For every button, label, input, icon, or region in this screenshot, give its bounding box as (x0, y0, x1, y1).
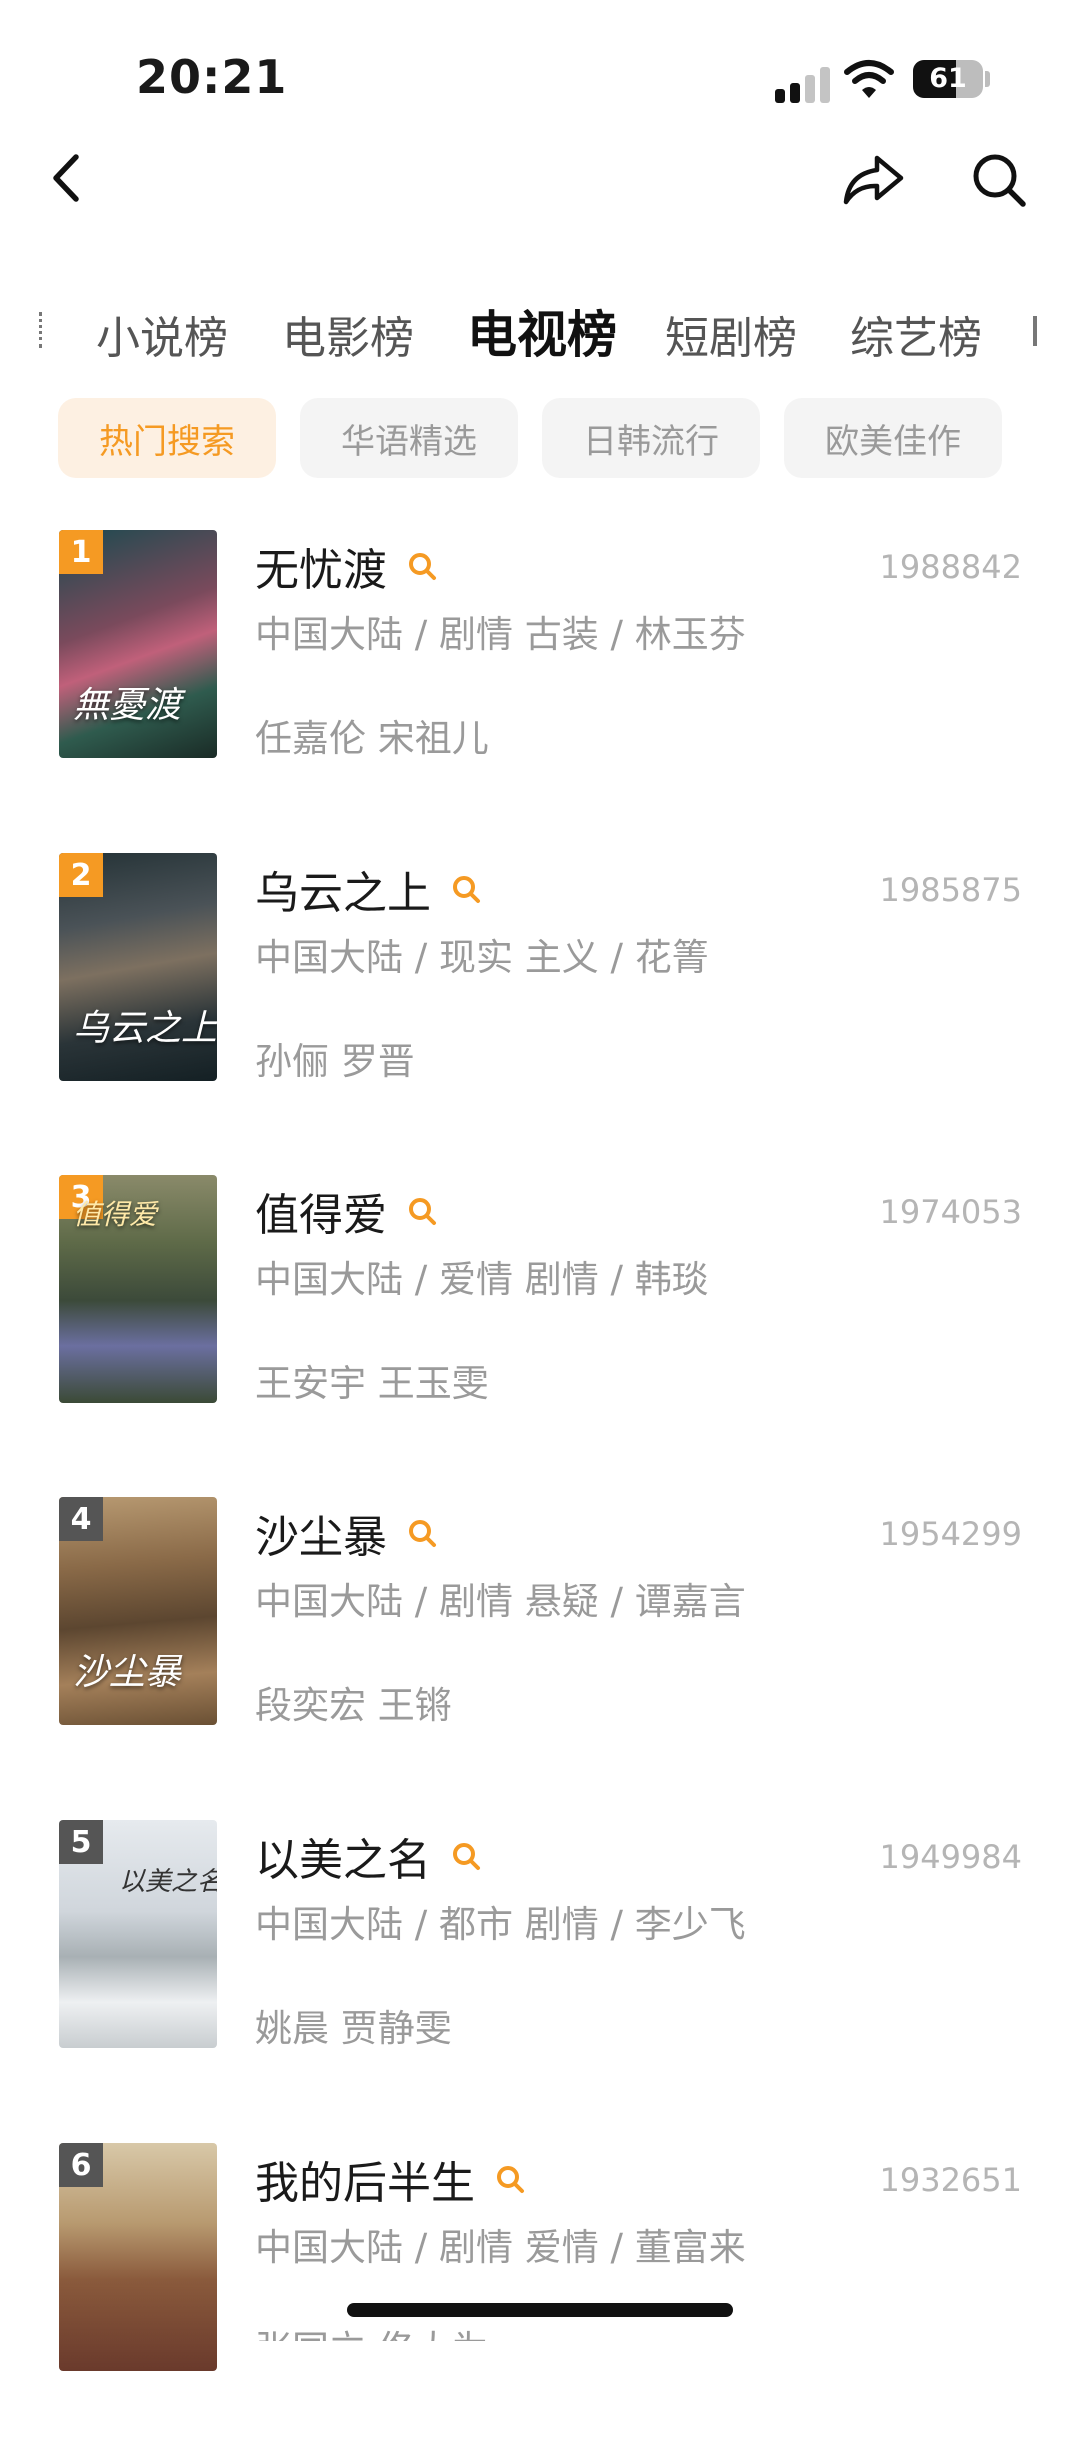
battery-tip (985, 71, 990, 87)
list-item[interactable]: 5 以美之名 以美之名 1949984 中国大陆 / 都市 剧情 / 李少飞 姚… (0, 1820, 1080, 2120)
search-count: 1954299 (879, 1515, 1022, 1553)
tab-movie[interactable]: 电影榜 (282, 302, 414, 366)
tab-edge-left (39, 312, 54, 348)
poster-title: 以美之名 (119, 1867, 217, 1897)
poster-image[interactable]: 4 沙尘暴 (59, 1497, 217, 1725)
poster-image[interactable]: 2 乌云之上 (59, 853, 217, 1081)
search-count: 1949984 (879, 1838, 1022, 1876)
item-title[interactable]: 无忧渡 (255, 534, 387, 598)
back-button[interactable] (36, 146, 96, 210)
item-title[interactable]: 以美之名 (255, 1824, 431, 1888)
item-meta: 中国大陆 / 剧情 古装 / 林玉芬 (255, 613, 746, 656)
wifi-icon (844, 60, 894, 98)
status-bar: 20:21 61 (0, 0, 1080, 130)
search-icon[interactable] (495, 2164, 525, 2194)
battery-level: 61 (929, 63, 967, 94)
rank-badge: 4 (59, 1497, 103, 1541)
search-button[interactable] (966, 148, 1032, 212)
list-item[interactable]: 4 沙尘暴 沙尘暴 1954299 中国大陆 / 剧情 悬疑 / 谭嘉言 段奕宏… (0, 1497, 1080, 1797)
list-item[interactable]: 6 我的后半生 1932651 中国大陆 / 剧情 爱情 / 董富来 张国立 佟… (0, 2143, 1080, 2443)
item-meta: 中国大陆 / 现实 主义 / 花箐 (255, 936, 709, 979)
poster-title: 值得爱 (73, 1198, 158, 1231)
home-indicator[interactable] (347, 2303, 733, 2317)
poster-title: 乌云之上 (73, 1008, 217, 1049)
item-title[interactable]: 乌云之上 (255, 857, 431, 921)
item-meta: 中国大陆 / 爱情 剧情 / 韩琰 (255, 1258, 709, 1301)
tab-edge-right (1033, 316, 1049, 346)
item-cast: 张国立 佟大为 (255, 2319, 489, 2341)
rank-badge: 5 (59, 1820, 103, 1864)
search-count: 1988842 (879, 548, 1022, 586)
rank-badge: 2 (59, 853, 103, 897)
battery-icon: 61 (913, 60, 983, 98)
share-arrow-icon (843, 155, 904, 205)
filter-chinese-picks[interactable]: 华语精选 (300, 398, 518, 478)
search-icon[interactable] (407, 551, 437, 581)
item-cast: 孙俪 罗晋 (255, 1040, 415, 1083)
list-item[interactable]: 2 乌云之上 乌云之上 1985875 中国大陆 / 现实 主义 / 花箐 孙俪… (0, 853, 1080, 1153)
poster-title: 無憂渡 (73, 685, 182, 726)
share-button[interactable] (838, 148, 908, 212)
poster-image[interactable]: 5 以美之名 (59, 1820, 217, 2048)
item-meta: 中国大陆 / 都市 剧情 / 李少飞 (255, 1903, 746, 1946)
tab-tv[interactable]: 电视榜 (467, 295, 617, 367)
tab-novel[interactable]: 小说榜 (96, 302, 228, 366)
poster-image[interactable]: 1 無憂渡 (59, 530, 217, 758)
item-cast: 姚晨 贾静雯 (255, 2007, 452, 2050)
item-cast: 任嘉伦 宋祖儿 (255, 717, 489, 760)
cellular-signal-icon (775, 65, 831, 103)
search-count: 1974053 (879, 1193, 1022, 1231)
poster-image[interactable]: 6 (59, 2143, 217, 2371)
search-icon[interactable] (407, 1518, 437, 1548)
item-title[interactable]: 我的后半生 (255, 2147, 475, 2211)
item-cast: 王安宇 王玉雯 (255, 1362, 489, 1405)
status-time: 20:21 (136, 50, 288, 104)
list-item[interactable]: 3 值得爱 值得爱 1974053 中国大陆 / 爱情 剧情 / 韩琰 王安宇 … (0, 1175, 1080, 1475)
item-title[interactable]: 沙尘暴 (255, 1501, 387, 1565)
item-meta: 中国大陆 / 剧情 悬疑 / 谭嘉言 (255, 1580, 746, 1623)
search-count: 1985875 (879, 871, 1022, 909)
rank-badge: 6 (59, 2143, 103, 2187)
search-icon[interactable] (407, 1196, 437, 1226)
category-tabs: 小说榜 电影榜 电视榜 短剧榜 综艺榜 (0, 290, 1080, 370)
filter-western-picks[interactable]: 欧美佳作 (784, 398, 1002, 478)
filter-hot-search[interactable]: 热门搜索 (58, 398, 276, 478)
filter-jp-kr-popular[interactable]: 日韩流行 (542, 398, 760, 478)
search-count: 1932651 (879, 2161, 1022, 2199)
list-item[interactable]: 1 無憂渡 无忧渡 1988842 中国大陆 / 剧情 古装 / 林玉芬 任嘉伦… (0, 530, 1080, 830)
tab-variety[interactable]: 综艺榜 (850, 302, 982, 366)
poster-image[interactable]: 3 值得爱 (59, 1175, 217, 1403)
chevron-left-icon (53, 154, 79, 202)
rank-badge: 1 (59, 530, 103, 574)
tab-short-drama[interactable]: 短剧榜 (665, 302, 797, 366)
search-icon (973, 154, 1026, 207)
item-meta: 中国大陆 / 剧情 爱情 / 董富来 (255, 2226, 746, 2269)
item-title[interactable]: 值得爱 (255, 1179, 387, 1243)
item-cast: 段奕宏 王锵 (255, 1684, 452, 1727)
search-icon[interactable] (451, 874, 481, 904)
search-icon[interactable] (451, 1841, 481, 1871)
poster-title: 沙尘暴 (73, 1652, 182, 1693)
